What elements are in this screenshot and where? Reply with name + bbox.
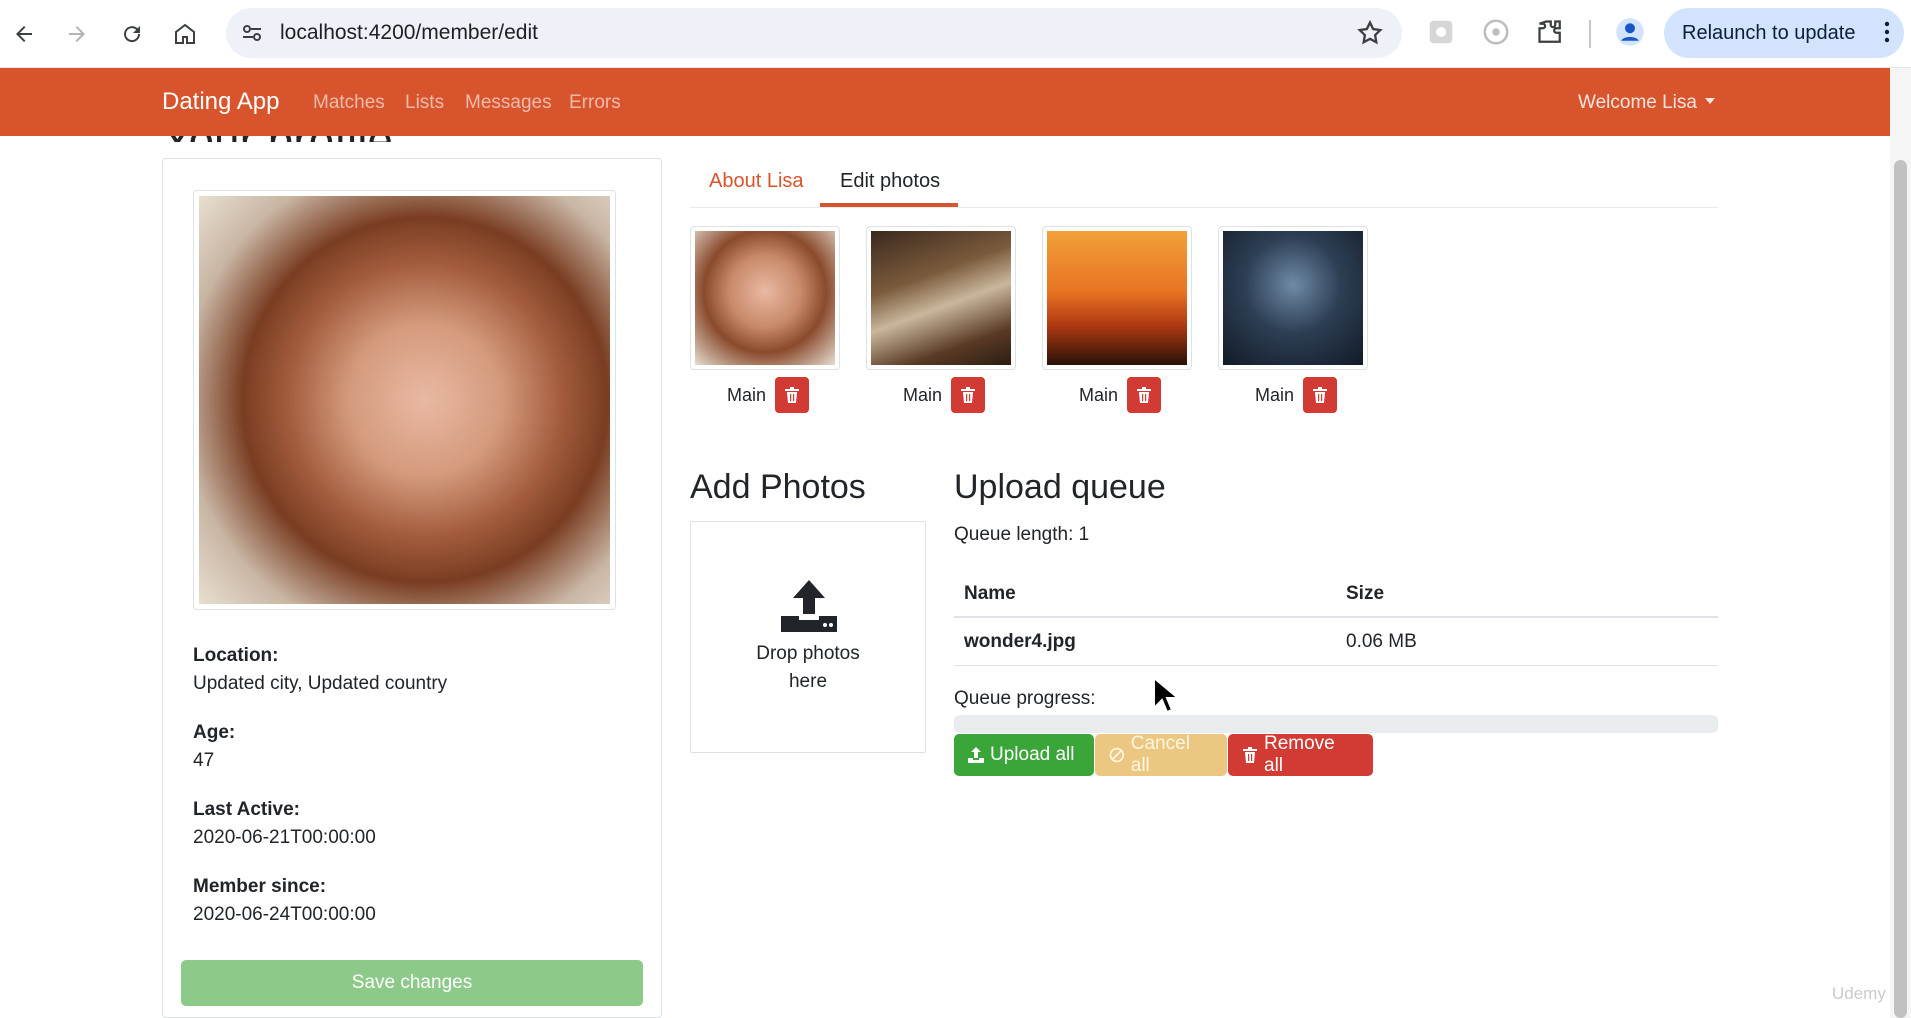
- trash-small-icon: [1243, 747, 1257, 763]
- tab-edit-photos[interactable]: Edit photos: [840, 170, 940, 193]
- last-active-label: Last Active:: [193, 799, 300, 820]
- app-navbar: Dating App Matches Lists Messages Errors…: [0, 68, 1890, 136]
- nav-link-messages[interactable]: Messages: [465, 92, 552, 114]
- cancel-all-label: Cancel all: [1130, 733, 1190, 776]
- age-label: Age:: [193, 722, 236, 743]
- file-name: wonder4.jpg: [964, 631, 1076, 652]
- remove-all-button[interactable]: Remove all: [1228, 733, 1373, 776]
- extension-react-icon[interactable]: [1481, 17, 1511, 47]
- scrollbar-thumb[interactable]: [1894, 160, 1907, 1018]
- back-arrow-icon: [16, 26, 32, 42]
- table-row: wonder4.jpg 0.06 MB: [954, 618, 1718, 666]
- queue-progress-label: Queue progress:: [954, 688, 1096, 709]
- photo-image: [695, 231, 835, 365]
- delete-photo-button[interactable]: [1303, 377, 1337, 413]
- profile-avatar-icon[interactable]: [1615, 17, 1645, 47]
- relaunch-button[interactable]: Relaunch to update: [1664, 8, 1904, 58]
- delete-photo-button[interactable]: [951, 377, 985, 413]
- upload-all-button[interactable]: Upload all: [954, 734, 1094, 776]
- forward-button[interactable]: [57, 14, 97, 54]
- forward-arrow-icon: [69, 26, 85, 42]
- photo-image: [1047, 231, 1187, 365]
- address-bar[interactable]: localhost:4200/member/edit: [226, 8, 1402, 58]
- photo-drop-zone[interactable]: Drop photos here: [690, 521, 926, 753]
- profile-photo: [193, 190, 616, 610]
- column-header-size: Size: [1346, 583, 1385, 604]
- set-main-button[interactable]: Main: [727, 385, 766, 406]
- last-active-value: 2020-06-21T00:00:00: [193, 827, 376, 848]
- drop-text-line2: here: [788, 671, 828, 692]
- queue-length: Queue length: 1: [954, 524, 1090, 545]
- home-icon: [175, 23, 195, 44]
- set-main-button[interactable]: Main: [903, 385, 942, 406]
- more-vert-icon: [1884, 21, 1890, 43]
- upload-icon: [781, 580, 837, 632]
- set-main-button[interactable]: Main: [1079, 385, 1118, 406]
- active-tab-indicator: [820, 203, 958, 207]
- photo-image: [1223, 231, 1363, 365]
- nav-link-matches[interactable]: Matches: [313, 92, 385, 114]
- location-value: Updated city, Updated country: [193, 673, 448, 694]
- file-size: 0.06 MB: [1346, 631, 1417, 652]
- save-changes-button[interactable]: Save changes: [181, 960, 643, 1006]
- upload-all-label: Upload all: [990, 744, 1075, 765]
- ban-icon: [1109, 747, 1125, 763]
- upload-small-icon: [968, 747, 984, 763]
- photo-thumbnail: [866, 226, 1016, 370]
- member-since-value: 2020-06-24T00:00:00: [193, 904, 376, 925]
- watermark: Udemy: [1832, 984, 1886, 1003]
- nav-link-errors[interactable]: Errors: [569, 92, 621, 114]
- drop-zone-text: Drop photos here: [691, 640, 925, 696]
- upload-queue-title: Upload queue: [954, 468, 1166, 506]
- profile-tabs: About Lisa Edit photos: [690, 158, 1718, 208]
- location-label: Location:: [193, 645, 279, 666]
- cancel-all-button[interactable]: Cancel all: [1095, 733, 1227, 776]
- photo-thumbnail: [1042, 226, 1192, 370]
- user-dropdown[interactable]: Welcome Lisa: [1578, 92, 1715, 114]
- relaunch-label: Relaunch to update: [1682, 21, 1856, 44]
- add-photos-title: Add Photos: [690, 468, 866, 506]
- delete-photo-button[interactable]: [775, 377, 809, 413]
- trash-icon: [961, 387, 975, 403]
- set-main-button[interactable]: Main: [1255, 385, 1294, 406]
- column-header-name: Name: [964, 583, 1016, 604]
- photo-image: [871, 231, 1011, 365]
- nav-link-lists[interactable]: Lists: [405, 92, 444, 114]
- reload-button[interactable]: [112, 14, 152, 54]
- profile-image: [199, 196, 610, 604]
- trash-icon: [785, 387, 799, 403]
- age-value: 47: [193, 750, 215, 771]
- queue-table-header: Name Size: [954, 570, 1718, 618]
- delete-photo-button[interactable]: [1127, 377, 1161, 413]
- back-button[interactable]: [4, 14, 44, 54]
- toolbar-divider: [1589, 20, 1591, 48]
- queue-progress-bar: [954, 715, 1718, 733]
- url-text[interactable]: localhost:4200/member/edit: [280, 21, 538, 45]
- member-since-label: Member since:: [193, 876, 327, 897]
- extension-grey-icon[interactable]: [1426, 17, 1456, 47]
- caret-down-icon: [1704, 98, 1715, 104]
- trash-icon: [1137, 387, 1151, 403]
- site-settings-icon[interactable]: [240, 21, 264, 45]
- bookmark-star-icon[interactable]: [1356, 19, 1384, 47]
- photo-thumbnail: [690, 226, 840, 370]
- mouse-cursor-icon: [1153, 676, 1178, 714]
- brand-link[interactable]: Dating App: [162, 88, 279, 116]
- browser-toolbar: localhost:4200/member/edit Relaunch to u…: [0, 0, 1911, 68]
- photo-thumbnail: [1218, 226, 1368, 370]
- drop-text-line1: Drop photos: [756, 643, 860, 664]
- trash-icon: [1313, 387, 1327, 403]
- extensions-puzzle-icon[interactable]: [1535, 17, 1565, 47]
- reload-icon: [124, 26, 141, 43]
- home-button[interactable]: [165, 14, 205, 54]
- welcome-label: Welcome Lisa: [1578, 92, 1697, 113]
- tab-about[interactable]: About Lisa: [709, 170, 804, 193]
- remove-all-label: Remove all: [1264, 733, 1335, 776]
